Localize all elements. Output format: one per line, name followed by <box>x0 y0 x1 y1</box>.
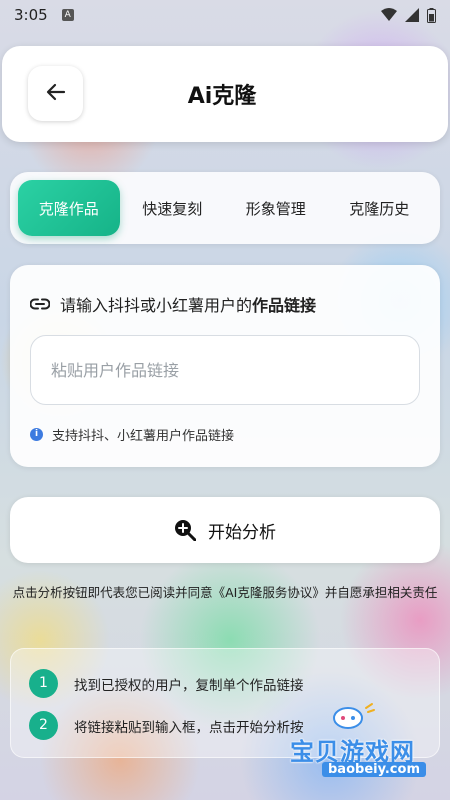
wifi-icon <box>381 8 397 22</box>
input-label: 请输入抖抖或小红薯用户的 作品链接 <box>30 292 316 316</box>
step-item: 1 找到已授权的用户，复制单个作品链接 <box>29 669 304 698</box>
link-input-card: 请输入抖抖或小红薯用户的 作品链接 i 支持抖抖、小红薯用户作品链接 <box>10 265 440 467</box>
step-item: 2 将链接粘贴到输入框，点击开始分析按 <box>29 711 304 740</box>
step-number: 2 <box>29 711 58 740</box>
tab-avatar-management[interactable]: 形象管理 <box>225 180 327 236</box>
agreement-text: 点击分析按钮即代表您已阅读并同意《AI克隆服务协议》并自愿承担相关责任 <box>12 585 438 600</box>
info-icon: i <box>30 428 43 441</box>
signal-icon <box>405 8 419 22</box>
link-icon <box>30 298 50 310</box>
tab-quick-replicate[interactable]: 快速复刻 <box>122 180 224 236</box>
battery-icon <box>427 7 436 23</box>
work-link-input[interactable] <box>30 335 420 405</box>
status-icons <box>381 7 436 23</box>
step-text: 找到已授权的用户，复制单个作品链接 <box>74 677 304 694</box>
zoom-in-icon <box>174 519 196 541</box>
step-number: 1 <box>29 669 58 698</box>
input-label-emphasis: 作品链接 <box>252 296 317 315</box>
tab-clone-history[interactable]: 克隆历史 <box>329 180 431 236</box>
notification-app-icon: A <box>61 9 74 21</box>
input-hint-text: 支持抖抖、小红薯用户作品链接 <box>52 429 235 444</box>
tab-clone-works[interactable]: 克隆作品 <box>18 180 120 236</box>
status-bar: 3:05 A <box>0 0 450 30</box>
input-hint: i 支持抖抖、小红薯用户作品链接 <box>30 425 234 444</box>
header-card: Ai克隆 <box>2 46 448 142</box>
step-text: 将链接粘贴到输入框，点击开始分析按 <box>74 719 304 736</box>
gamepad-logo-icon <box>326 702 376 736</box>
status-time: 3:05 <box>14 6 48 24</box>
input-label-text: 请输入抖抖或小红薯用户的 <box>60 296 253 315</box>
watermark: 宝贝游戏网 baobeiy.com <box>290 700 440 790</box>
tab-bar: 克隆作品 快速复刻 形象管理 克隆历史 <box>10 172 440 244</box>
page-title: Ai克隆 <box>187 84 257 109</box>
start-analysis-label: 开始分析 <box>208 522 276 543</box>
watermark-url: baobeiy.com <box>322 762 426 777</box>
start-analysis-button[interactable]: 开始分析 <box>10 497 440 563</box>
